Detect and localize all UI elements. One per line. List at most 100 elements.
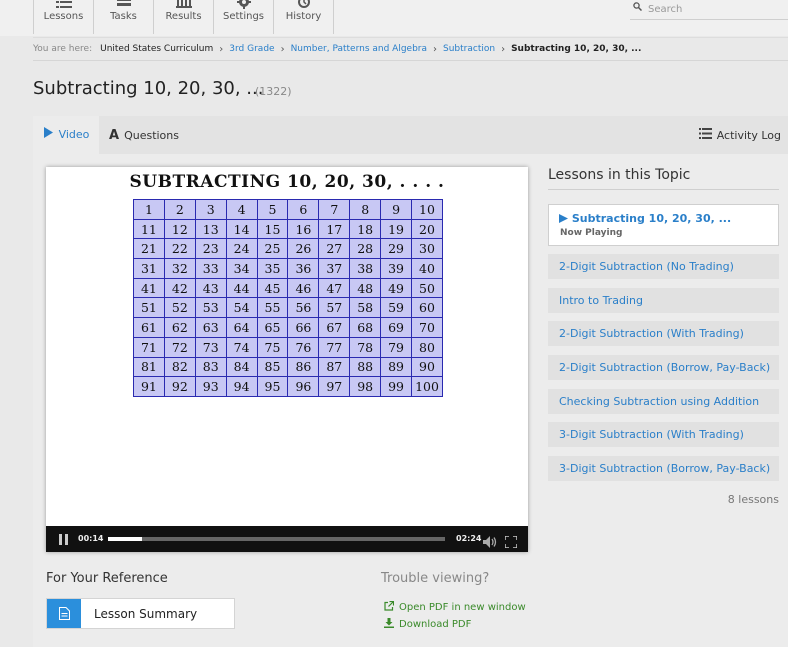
chevron-right-icon: ›: [280, 43, 285, 55]
breadcrumb-topic[interactable]: Subtraction: [443, 44, 495, 54]
pause-icon-bar: [65, 534, 68, 545]
grid-cell: 70: [411, 317, 443, 338]
grid-cell: 96: [287, 376, 320, 397]
grid-cell: 87: [318, 356, 351, 378]
grid-cell: 49: [380, 277, 413, 299]
grid-cell: 89: [380, 356, 413, 378]
list-icon: [34, 0, 93, 9]
grid-cell: 62: [163, 317, 196, 338]
pause-button[interactable]: [58, 534, 69, 545]
grid-cell: 92: [163, 376, 196, 397]
grid-cell: 17: [318, 218, 351, 240]
now-playing-label: Now Playing: [560, 228, 623, 238]
tab-questions-label: Questions: [124, 128, 179, 142]
grid-row: 31 32 33 34 35 36 37 38 39 40: [133, 258, 443, 279]
grid-cell: 16: [287, 218, 320, 240]
lesson-item[interactable]: Intro to Trading: [548, 288, 779, 313]
grid-cell: 100: [411, 376, 443, 397]
page-title: Subtracting 10, 20, 30, ...: [33, 78, 264, 99]
grid-cell: 21: [133, 238, 165, 260]
total-time: 02:24: [456, 534, 482, 543]
grid-cell: 14: [225, 218, 258, 240]
grid-cell: 36: [287, 258, 320, 279]
grid-cell: 45: [256, 277, 289, 299]
grid-cell: 50: [411, 277, 443, 299]
lesson-active-title: Subtracting 10, 20, 30, ...: [559, 212, 731, 225]
lesson-item[interactable]: 2-Digit Subtraction (No Trading): [548, 254, 779, 279]
nav-tasks[interactable]: Tasks: [94, 0, 154, 34]
search-icon: [633, 2, 643, 14]
grid-cell: 99: [380, 376, 413, 397]
download-pdf-link[interactable]: Download PDF: [384, 618, 471, 631]
volume-icon[interactable]: [483, 533, 497, 548]
grid-cell: 88: [349, 356, 382, 378]
lesson-summary-button[interactable]: Lesson Summary: [46, 598, 235, 629]
grid-cell: 2: [163, 199, 196, 220]
download-pdf-label: Download PDF: [399, 619, 472, 630]
seek-bar[interactable]: [108, 537, 445, 541]
grid-cell: 27: [318, 238, 351, 260]
grid-cell: 19: [380, 218, 413, 240]
nav-history[interactable]: History: [274, 0, 334, 34]
grid-row: 81 82 83 84 85 86 87 88 89 90: [133, 356, 443, 378]
grid-cell: 11: [133, 218, 165, 240]
grid-cell: 58: [349, 297, 382, 319]
open-pdf-link[interactable]: Open PDF in new window: [384, 600, 526, 614]
top-nav: Lessons Tasks Results Settings History: [0, 0, 788, 36]
breadcrumb: You are here: United States Curriculum ›…: [33, 37, 788, 61]
grid-cell: 59: [380, 297, 413, 319]
grid-cell: 90: [411, 356, 443, 378]
lesson-item[interactable]: Checking Subtraction using Addition: [548, 389, 779, 414]
grid-cell: 9: [380, 199, 413, 220]
grid-cell: 52: [163, 297, 196, 319]
chevron-right-icon: ›: [219, 43, 224, 55]
grid-cell: 48: [349, 277, 382, 299]
nav-lessons[interactable]: Lessons: [34, 0, 94, 34]
lesson-item[interactable]: 2-Digit Subtraction (Borrow, Pay-Back): [548, 355, 779, 380]
fullscreen-icon[interactable]: [504, 533, 518, 549]
grid-row: 21 22 23 24 25 26 27 28 29 30: [133, 238, 443, 260]
video-controls: 00:14 02:24: [46, 526, 528, 552]
nav-tasks-label: Tasks: [110, 11, 137, 22]
grid-cell: 25: [256, 238, 289, 260]
nav-settings[interactable]: Settings: [214, 0, 274, 34]
tab-activity-log[interactable]: Activity Log: [698, 116, 781, 154]
breadcrumb-strand[interactable]: Number, Patterns and Algebra: [291, 44, 427, 54]
lesson-item-active[interactable]: Subtracting 10, 20, 30, ... Now Playing: [548, 204, 779, 246]
breadcrumb-grade[interactable]: 3rd Grade: [229, 44, 274, 54]
grid-cell: 35: [256, 258, 289, 279]
tab-video[interactable]: Video: [33, 116, 99, 154]
breadcrumb-curriculum[interactable]: United States Curriculum: [100, 44, 213, 54]
font-icon: A: [109, 127, 120, 143]
nav-history-label: History: [285, 11, 322, 22]
tab-questions[interactable]: A Questions: [109, 116, 179, 154]
main-nav: Lessons Tasks Results Settings History: [33, 0, 334, 34]
grid-cell: 98: [349, 376, 382, 397]
seek-bar-progress: [108, 537, 142, 541]
video-player[interactable]: SUBTRACTING 10, 20, 30, . . . . 12345678…: [46, 167, 528, 552]
list-icon: [698, 128, 712, 142]
lesson-item[interactable]: 3-Digit Subtraction (With Trading): [548, 422, 779, 447]
lesson-item[interactable]: 3-Digit Subtraction (Borrow, Pay-Back): [548, 456, 779, 481]
grid-cell: 44: [225, 277, 258, 299]
history-icon: [274, 0, 333, 9]
play-icon: [43, 127, 54, 141]
lesson-summary-label: Lesson Summary: [94, 606, 198, 621]
grid-cell: 5: [256, 199, 289, 220]
grid-cell: 84: [225, 356, 258, 378]
grid-cell: 24: [225, 238, 258, 260]
grid-cell: 6: [287, 199, 320, 220]
grid-cell: 82: [163, 356, 196, 378]
search-input[interactable]: [648, 2, 786, 16]
grid-cell: 34: [225, 258, 258, 279]
lesson-item[interactable]: 2-Digit Subtraction (With Trading): [548, 321, 779, 346]
nav-results[interactable]: Results: [154, 0, 214, 34]
chevron-right-icon: ›: [433, 43, 437, 55]
grid-cell: 31: [133, 258, 165, 279]
grid-cell: 12: [163, 218, 196, 240]
grid-cell: 86: [287, 356, 320, 378]
grid-cell: 7: [318, 199, 351, 220]
grid-cell: 1: [133, 199, 165, 220]
grid-row: 61 62 63 64 65 66 67 68 69 70: [133, 317, 443, 338]
breadcrumb-current: Subtracting 10, 20, 30, ...: [511, 44, 642, 54]
